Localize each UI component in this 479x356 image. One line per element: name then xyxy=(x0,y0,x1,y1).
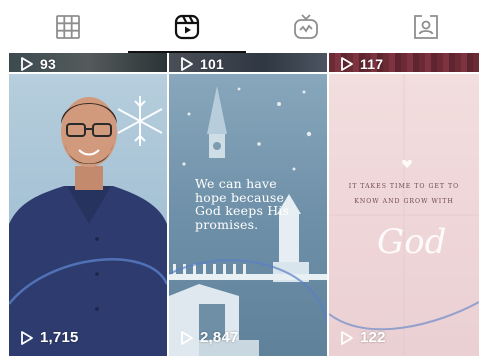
play-icon xyxy=(181,330,193,345)
grid-icon xyxy=(56,14,80,39)
tab-grid[interactable] xyxy=(28,0,108,53)
view-count: 93 xyxy=(19,56,56,72)
reels-grid: 93 101 117 1,715 We can have hope becaus… xyxy=(9,53,479,356)
text-line: KNOW AND GROW WITH xyxy=(354,198,454,205)
view-count-text: 101 xyxy=(200,56,224,72)
view-count: 2,847 xyxy=(179,329,239,346)
view-count: 117 xyxy=(339,56,383,72)
profile-tab-bar xyxy=(0,0,479,53)
view-count: 122 xyxy=(339,329,386,346)
tab-reels[interactable] xyxy=(147,0,227,53)
reel-caption: We can have hope because God keeps His p… xyxy=(195,176,290,232)
view-count-text: 93 xyxy=(40,56,56,72)
reel-thumbnail[interactable]: 101 xyxy=(169,53,327,72)
tv-icon xyxy=(294,13,318,39)
play-icon xyxy=(341,57,353,71)
reel-thumbnail[interactable]: 117 xyxy=(329,53,479,72)
view-count: 101 xyxy=(179,56,224,72)
reel-thumbnail[interactable]: 93 xyxy=(9,53,167,72)
reels-icon xyxy=(174,14,200,39)
view-count: 1,715 xyxy=(19,329,79,346)
tab-tagged[interactable] xyxy=(386,0,466,53)
reel-thumbnail[interactable]: We can have hope because God keeps His p… xyxy=(169,74,327,356)
active-tab-indicator xyxy=(128,51,246,53)
paper-texture xyxy=(329,74,479,356)
play-icon xyxy=(21,57,33,71)
thumbnail-image xyxy=(9,96,167,356)
reel-thumbnail[interactable]: 1,715 xyxy=(9,74,167,356)
view-count-text: 117 xyxy=(360,56,384,72)
tagged-person-icon xyxy=(414,14,438,39)
view-count-text: 122 xyxy=(360,329,386,346)
view-count-text: 1,715 xyxy=(40,329,79,346)
play-icon xyxy=(21,330,33,345)
view-count-text: 2,847 xyxy=(200,329,239,346)
tab-tv[interactable] xyxy=(266,0,346,53)
script-word: God xyxy=(377,222,447,262)
play-icon xyxy=(181,57,193,71)
reel-thumbnail[interactable]: IT TAKES TIME TO GET TO KNOW AND GROW WI… xyxy=(329,74,479,356)
play-icon xyxy=(341,330,353,345)
text-line: IT TAKES TIME TO GET TO xyxy=(348,183,460,190)
